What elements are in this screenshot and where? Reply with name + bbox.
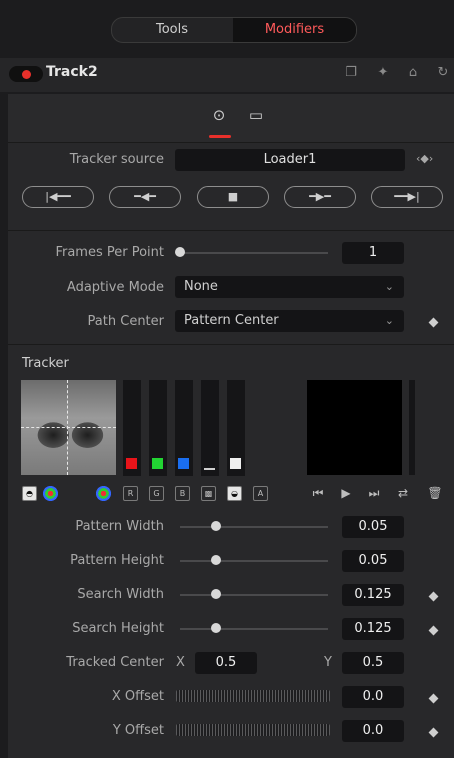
x-offset-thumbwheel[interactable] (176, 690, 330, 702)
tracked-center-label: Tracked Center (66, 655, 164, 670)
pattern-width-slider[interactable] (180, 526, 328, 528)
panel-switcher: Tools Modifiers (111, 17, 357, 43)
path-center-dropdown[interactable]: Pattern Center ⌄ (175, 310, 404, 332)
tracker-source-field[interactable]: Loader1 (175, 149, 405, 171)
divider (8, 230, 454, 231)
frames-per-point-input[interactable]: 1 (342, 242, 404, 264)
tracked-center-x-input[interactable]: 0.5 (195, 652, 257, 674)
blue-channel-swatch (178, 458, 189, 469)
track-reverse-from-current-button[interactable]: ━◀━ (109, 186, 181, 208)
pattern-width-thumb[interactable] (211, 521, 221, 531)
red-channel-swatch (126, 458, 137, 469)
pattern-crosshair-horizontal (21, 427, 116, 429)
y-offset-input[interactable]: 0.0 (342, 720, 404, 742)
source-nav-icon[interactable]: ‹◆› (416, 152, 433, 165)
tracked-center-y-input[interactable]: 0.5 (342, 652, 404, 674)
version-icon[interactable]: ❐ (342, 64, 360, 82)
chevron-down-icon: ⌄ (384, 314, 394, 327)
channel-r-button[interactable]: R (123, 486, 138, 501)
channel-g-button[interactable]: G (149, 486, 164, 501)
search-height-input[interactable]: 0.125 (342, 618, 404, 640)
tracker-preview (307, 380, 402, 475)
stop-tracking-button[interactable]: ■ (197, 186, 269, 208)
pin-icon[interactable]: ✦ (374, 64, 392, 82)
search-height-thumb[interactable] (211, 623, 221, 633)
adaptive-mode-value: None (184, 279, 218, 294)
settings-tab-icon[interactable]: ▭ (243, 104, 269, 126)
search-height-slider[interactable] (180, 628, 328, 630)
tracker-tab-icon[interactable]: ⊙ (206, 104, 232, 126)
pattern-height-input[interactable]: 0.05 (342, 550, 404, 572)
alpha-channel-bar (201, 380, 219, 476)
x-offset-label: X Offset (111, 689, 164, 704)
luma-icon[interactable]: ◒ (227, 486, 242, 501)
tool-name: Track2 (46, 64, 98, 80)
adaptive-mode-dropdown[interactable]: None ⌄ (175, 276, 404, 298)
checker-icon[interactable]: ▩ (201, 486, 216, 501)
track-reverse-button[interactable]: |◀━━ (22, 186, 94, 208)
y-offset-label: Y Offset (112, 723, 164, 738)
lock-icon[interactable]: ⌂ (404, 64, 422, 82)
tracker-source-label: Tracker source (69, 152, 164, 167)
alpha-channel-marker (204, 468, 215, 470)
frames-per-point-slider[interactable] (180, 252, 328, 254)
channel-b-button[interactable]: B (175, 486, 190, 501)
trash-icon[interactable]: 🗑 (426, 484, 444, 502)
search-width-thumb[interactable] (211, 589, 221, 599)
tracked-center-y-label: Y (324, 655, 332, 670)
search-height-label: Search Height (72, 621, 164, 636)
pattern-height-label: Pattern Height (70, 553, 164, 568)
track-forward-from-current-button[interactable]: ━▶━ (284, 186, 356, 208)
frames-per-point-label: Frames Per Point (55, 245, 164, 260)
all-channels-icon[interactable] (96, 486, 111, 501)
luma-channel-swatch (230, 458, 241, 469)
green-channel-swatch (152, 458, 163, 469)
reset-icon[interactable]: ↻ (434, 64, 452, 82)
divider (8, 344, 454, 345)
tracker-preview-bar (409, 380, 415, 475)
tab-modifiers[interactable]: Modifiers (233, 18, 356, 42)
color-channels-icon[interactable] (43, 486, 58, 501)
tracker-section-title: Tracker (22, 356, 69, 371)
pattern-height-slider[interactable] (180, 560, 328, 562)
tab-tools[interactable]: Tools (112, 18, 232, 42)
x-offset-input[interactable]: 0.0 (342, 686, 404, 708)
search-width-input[interactable]: 0.125 (342, 584, 404, 606)
go-to-end-icon[interactable]: ⏭ (365, 484, 383, 502)
path-center-value: Pattern Center (184, 313, 279, 328)
adaptive-mode-label: Adaptive Mode (66, 280, 164, 295)
active-tab-indicator (209, 135, 231, 138)
search-width-slider[interactable] (180, 594, 328, 596)
loop-icon[interactable]: ⇄ (394, 484, 412, 502)
channel-a-button[interactable]: A (253, 486, 268, 501)
go-to-start-icon[interactable]: ⏮ (309, 484, 327, 502)
track-forward-button[interactable]: ━━▶| (371, 186, 443, 208)
pattern-width-input[interactable]: 0.05 (342, 516, 404, 538)
display-mode-icon[interactable]: ◓ (22, 486, 37, 501)
record-dot-icon (22, 70, 31, 79)
chevron-down-icon: ⌄ (384, 280, 394, 293)
pattern-height-thumb[interactable] (211, 555, 221, 565)
search-width-label: Search Width (77, 587, 164, 602)
frames-per-point-thumb[interactable] (175, 247, 185, 257)
pattern-width-label: Pattern Width (75, 519, 164, 534)
path-center-label: Path Center (87, 314, 164, 329)
y-offset-thumbwheel[interactable] (176, 724, 330, 736)
play-icon[interactable]: ▶ (337, 484, 355, 502)
tracked-center-x-label: X (176, 655, 185, 670)
